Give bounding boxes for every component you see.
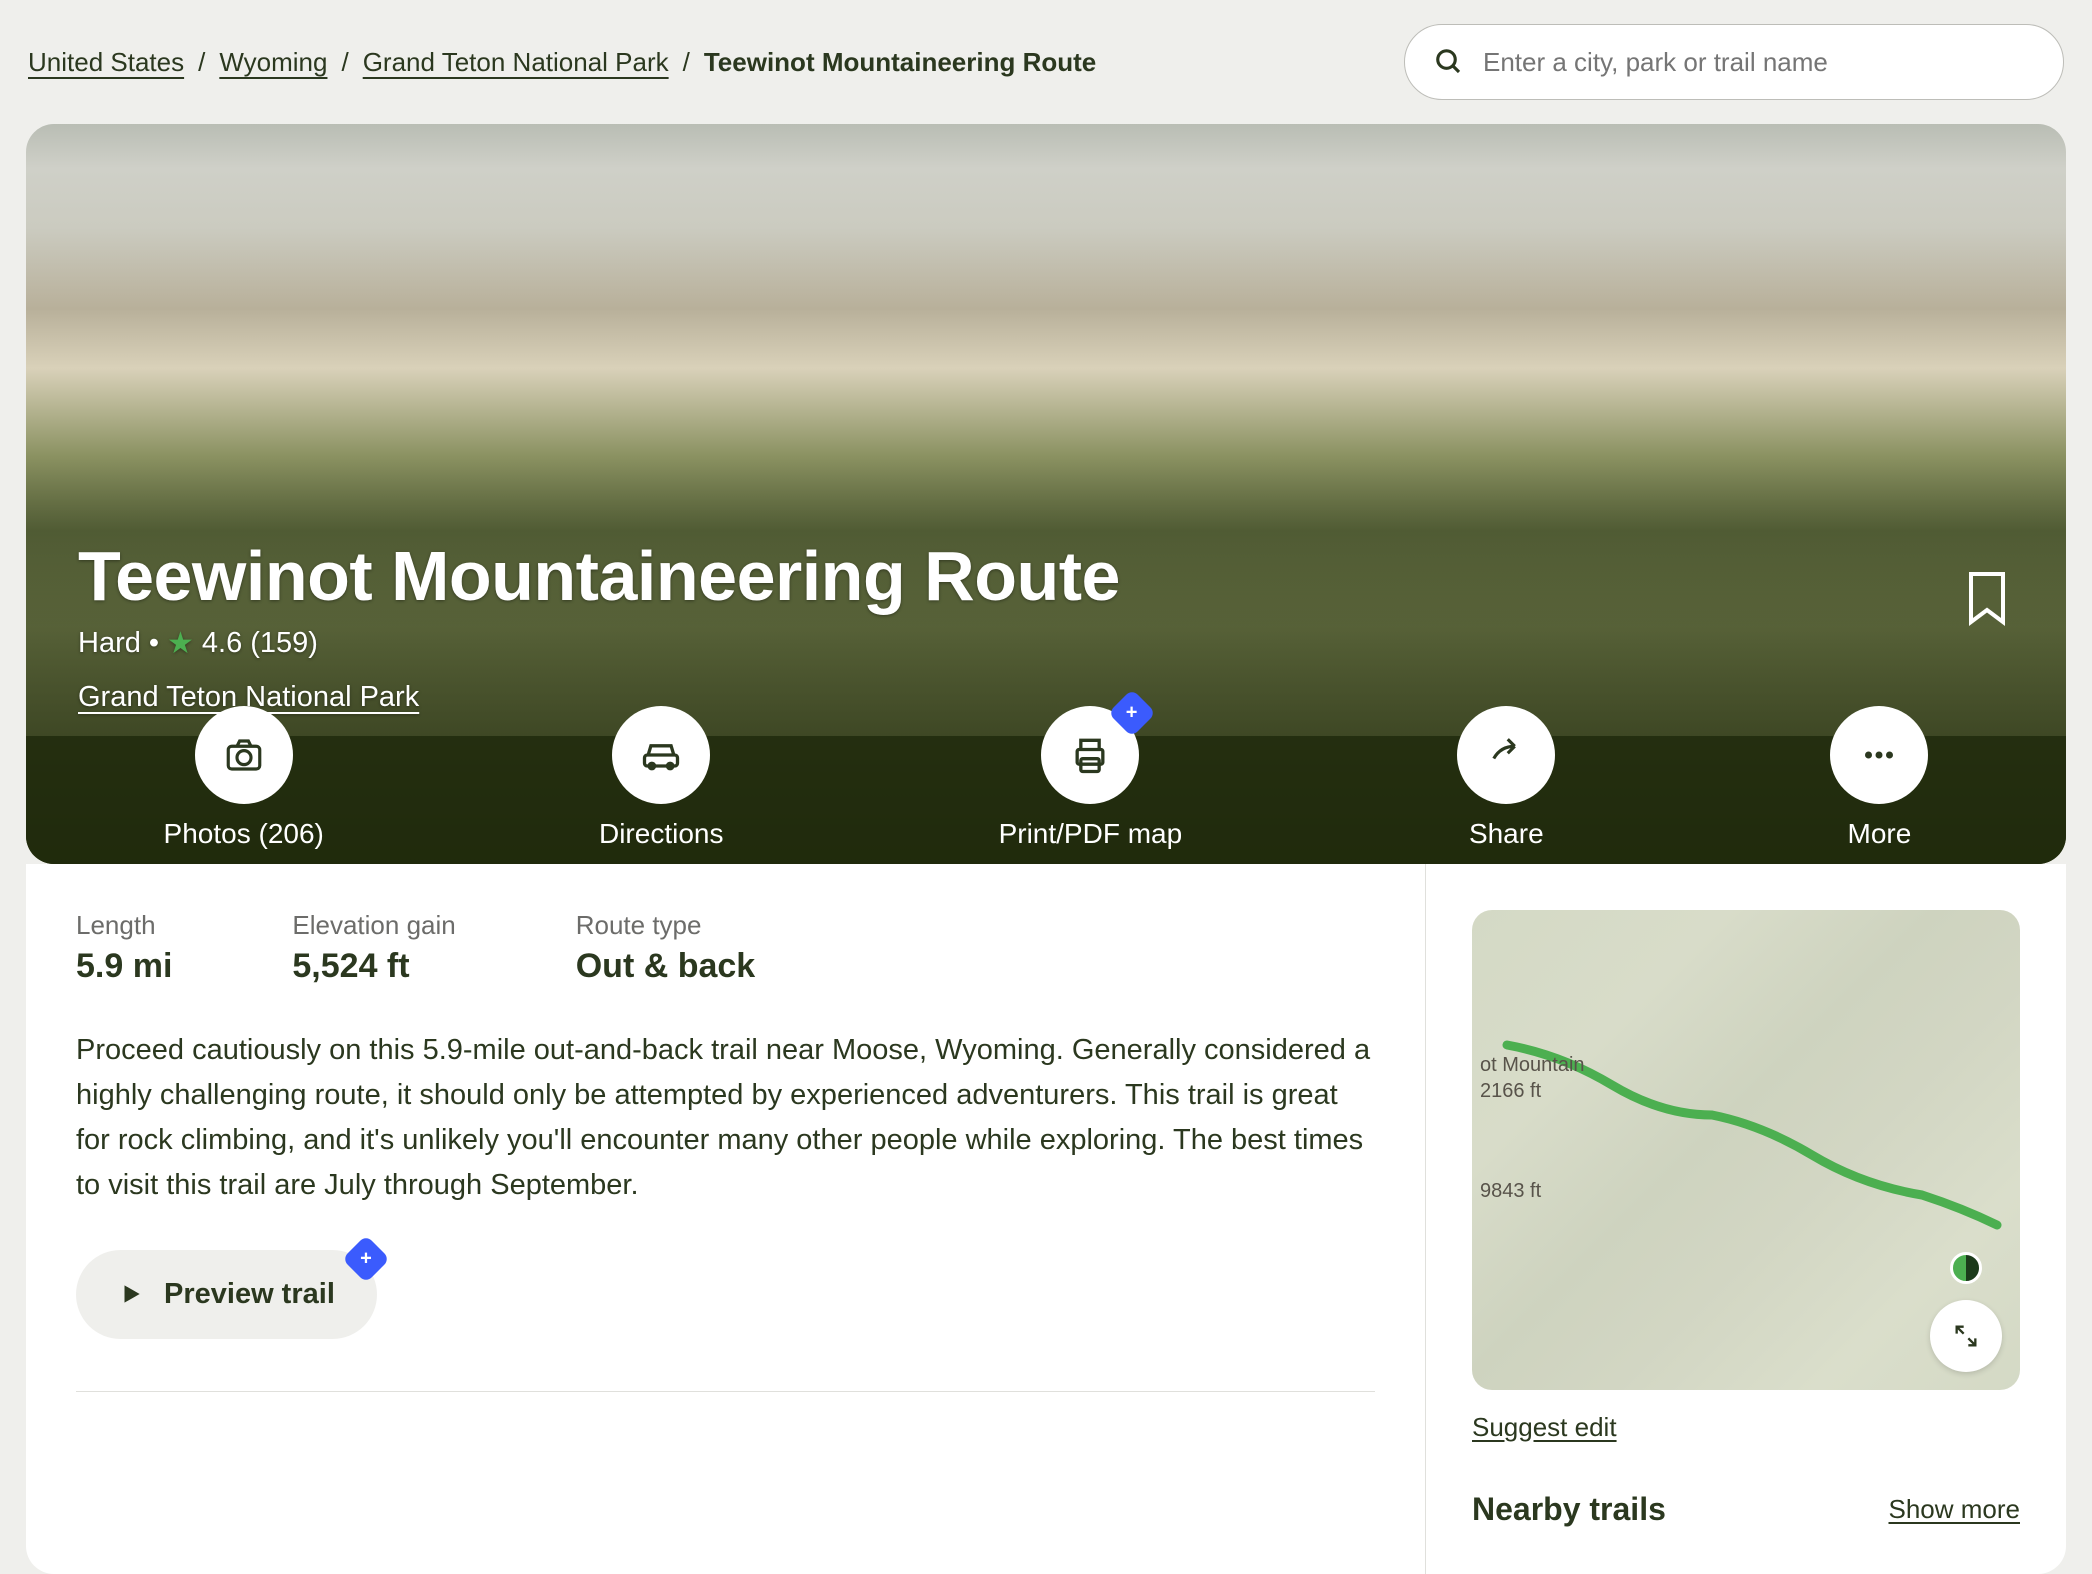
- breadcrumb-current: Teewinot Mountaineering Route: [704, 47, 1096, 78]
- stat-route: Route type Out & back: [576, 910, 755, 986]
- map-label: 9843 ft: [1480, 1180, 1541, 1203]
- action-bar: Photos (206) Directions Print/PDF map Sh…: [26, 736, 2066, 864]
- stat-elevation-value: 5,524 ft: [292, 947, 455, 986]
- map-label: ot Mountain2166 ft: [1480, 1052, 1585, 1104]
- hero-content: Teewinot Mountaineering Route Hard • ★ 4…: [78, 536, 1120, 714]
- show-more-link[interactable]: Show more: [1889, 1494, 2021, 1525]
- breadcrumb-link-state[interactable]: Wyoming: [219, 47, 327, 78]
- stat-elevation: Elevation gain 5,524 ft: [292, 910, 455, 986]
- plus-badge-icon: [342, 1235, 390, 1283]
- stat-length-value: 5.9 mi: [76, 947, 172, 986]
- divider: [76, 1391, 1375, 1392]
- search-input-wrap: [1404, 24, 2064, 100]
- printer-icon: [1068, 733, 1112, 777]
- hero-meta: Hard • ★ 4.6 (159): [78, 626, 1120, 661]
- camera-icon: [223, 734, 265, 776]
- car-icon: [639, 733, 683, 777]
- share-label: Share: [1469, 818, 1544, 850]
- preview-trail-label: Preview trail: [164, 1278, 335, 1311]
- print-button[interactable]: Print/PDF map: [999, 756, 1183, 850]
- suggest-edit-link[interactable]: Suggest edit: [1472, 1412, 1617, 1443]
- sidebar: ot Mountain2166 ft 9843 ft Suggest edit …: [1426, 864, 2066, 1574]
- directions-label: Directions: [599, 818, 723, 850]
- search-input[interactable]: [1404, 24, 2064, 100]
- share-icon: [1485, 734, 1527, 776]
- mini-map[interactable]: ot Mountain2166 ft 9843 ft: [1472, 910, 2020, 1390]
- more-label: More: [1848, 818, 1912, 850]
- review-count: (159): [250, 627, 318, 660]
- expand-icon: [1952, 1322, 1980, 1350]
- hero: Teewinot Mountaineering Route Hard • ★ 4…: [26, 124, 2066, 864]
- expand-map-button[interactable]: [1930, 1300, 2002, 1372]
- main-content: Length 5.9 mi Elevation gain 5,524 ft Ro…: [26, 864, 1426, 1574]
- stat-elevation-label: Elevation gain: [292, 910, 455, 941]
- dots-icon: [1858, 734, 1900, 776]
- breadcrumb-link-park[interactable]: Grand Teton National Park: [363, 47, 669, 78]
- bookmark-button[interactable]: [1962, 570, 2012, 631]
- search-icon: [1434, 47, 1464, 77]
- share-button[interactable]: Share: [1457, 756, 1555, 850]
- trail-description: Proceed cautiously on this 5.9-mile out-…: [76, 1028, 1375, 1208]
- rating-value: 4.6: [202, 627, 242, 660]
- stats-row: Length 5.9 mi Elevation gain 5,524 ft Ro…: [76, 910, 1375, 986]
- difficulty-label: Hard: [78, 627, 141, 660]
- breadcrumb-link-country[interactable]: United States: [28, 47, 184, 78]
- breadcrumb-sep: /: [683, 47, 690, 78]
- stat-length: Length 5.9 mi: [76, 910, 172, 986]
- nearby-trails-title: Nearby trails: [1472, 1491, 1666, 1528]
- star-icon: ★: [167, 626, 194, 661]
- photos-button[interactable]: Photos (206): [164, 756, 324, 850]
- directions-button[interactable]: Directions: [599, 756, 723, 850]
- preview-trail-button[interactable]: Preview trail: [76, 1250, 377, 1339]
- play-icon: [118, 1281, 144, 1307]
- breadcrumb: United States / Wyoming / Grand Teton Na…: [28, 47, 1384, 78]
- meta-separator: •: [149, 627, 159, 660]
- breadcrumb-sep: /: [341, 47, 348, 78]
- photos-label: Photos (206): [164, 818, 324, 850]
- stat-route-label: Route type: [576, 910, 755, 941]
- trail-endpoint-marker: [1950, 1252, 1982, 1284]
- stat-length-label: Length: [76, 910, 172, 941]
- trail-title: Teewinot Mountaineering Route: [78, 536, 1120, 616]
- breadcrumb-sep: /: [198, 47, 205, 78]
- print-label: Print/PDF map: [999, 818, 1183, 850]
- stat-route-value: Out & back: [576, 947, 755, 986]
- more-button[interactable]: More: [1830, 756, 1928, 850]
